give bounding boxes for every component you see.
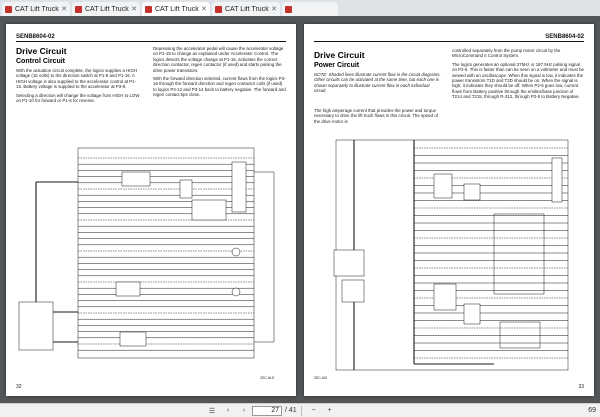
paragraph: With the actuation circuit complete, the…	[16, 68, 138, 90]
page-total: / 41	[285, 407, 297, 414]
close-tab-icon[interactable]: ✕	[271, 5, 277, 13]
paragraph: The logics generates an optional 375Hz o…	[452, 61, 584, 100]
chevron-left-icon[interactable]: ‹	[220, 405, 236, 417]
doc-code: SENB8604-02	[545, 34, 584, 40]
battery-block	[18, 301, 54, 351]
figure-code: 2EC-6t-5	[260, 376, 275, 380]
body-column-1: The high amperage current that provides …	[314, 108, 442, 127]
close-tab-icon[interactable]: ✕	[61, 5, 67, 13]
section-title: Control Circuit	[16, 58, 65, 65]
document-page-left: SENB8604-02 Drive Circuit Control Circui…	[6, 24, 296, 396]
browser-tab[interactable]: CAT Lift Truck 2EC15... ✕	[2, 2, 70, 16]
browser-tab[interactable]: CAT Lift Truck 2EC15... ✕	[72, 2, 140, 16]
close-tab-icon[interactable]: ✕	[201, 5, 207, 13]
drive-motor-block	[341, 279, 365, 303]
current-sensor-block	[499, 321, 541, 349]
plus-icon[interactable]: +	[322, 405, 338, 417]
logics-panel-outline	[77, 147, 255, 359]
pdf-toolbar: ☰ ‹ › / 41 − + 69	[0, 403, 600, 417]
header-rule	[314, 41, 584, 42]
paragraph: Selecting a direction will change the vo…	[16, 92, 140, 104]
zoom-level: 69	[588, 407, 596, 414]
page-title: Drive Circuit	[314, 50, 365, 60]
pdf-favicon-icon	[215, 5, 222, 13]
body-column-1: With the actuation circuit complete, the…	[16, 68, 142, 106]
body-column-2: controlled separately from the pump moto…	[452, 48, 584, 103]
browser-tab-active[interactable]: CAT Lift Truck 2EC15... ✕	[142, 2, 210, 16]
paragraph: Depressing the accelerator pedal will ca…	[153, 46, 284, 73]
page-number: 32	[16, 384, 22, 390]
pdf-favicon-icon	[145, 5, 152, 13]
pdf-favicon-icon	[5, 5, 12, 13]
tab-bar: CAT Lift Truck 2EC15... ✕ CAT Lift Truck…	[0, 0, 600, 16]
battery-block	[333, 249, 365, 277]
paragraph: With the forward direction selected, cur…	[153, 76, 286, 98]
pdf-favicon-icon	[75, 5, 82, 13]
toolbar-divider	[300, 405, 302, 416]
note-text: NOTE: Shaded lines illustrate current fl…	[314, 72, 441, 94]
tab-title: CAT Lift Truck 2EC15...	[225, 5, 269, 13]
document-viewport[interactable]: SENB8604-02 Drive Circuit Control Circui…	[0, 16, 600, 403]
body-column-2: Depressing the accelerator pedal will ca…	[153, 46, 286, 101]
header-rule	[16, 41, 286, 42]
section-title: Power Circuit	[314, 62, 360, 69]
tab-title: CAT Lift Truck 2EC15...	[85, 5, 129, 13]
menu-icon[interactable]: ☰	[204, 405, 220, 417]
page-title: Drive Circuit	[16, 46, 67, 56]
power-circuit-diagram	[333, 139, 569, 371]
logics-block	[493, 213, 545, 295]
pdf-viewer-window: CAT Lift Truck 2EC15... ✕ CAT Lift Truck…	[0, 0, 600, 417]
page-number-input[interactable]	[252, 405, 282, 416]
browser-tab[interactable]	[282, 2, 338, 16]
browser-tab[interactable]: CAT Lift Truck 2EC15... ✕	[212, 2, 280, 16]
control-circuit-diagram	[18, 147, 275, 359]
pdf-favicon-icon	[285, 5, 292, 13]
tab-title: CAT Lift Truck 2EC15...	[155, 5, 199, 13]
doc-code: SENB8604-02	[16, 34, 55, 40]
figure-code: 2EC-6t3	[314, 376, 327, 380]
paragraph: controlled separately from the pump moto…	[452, 48, 561, 59]
close-tab-icon[interactable]: ✕	[131, 5, 137, 13]
chevron-right-icon[interactable]: ›	[236, 405, 252, 417]
document-page-right: SENB8604-02 Drive Circuit Power Circuit …	[304, 24, 594, 396]
page-number: 33	[578, 384, 584, 390]
tab-title: CAT Lift Truck 2EC15...	[15, 5, 59, 13]
minus-icon[interactable]: −	[306, 405, 322, 417]
paragraph: The high amperage current that provides …	[314, 108, 438, 124]
